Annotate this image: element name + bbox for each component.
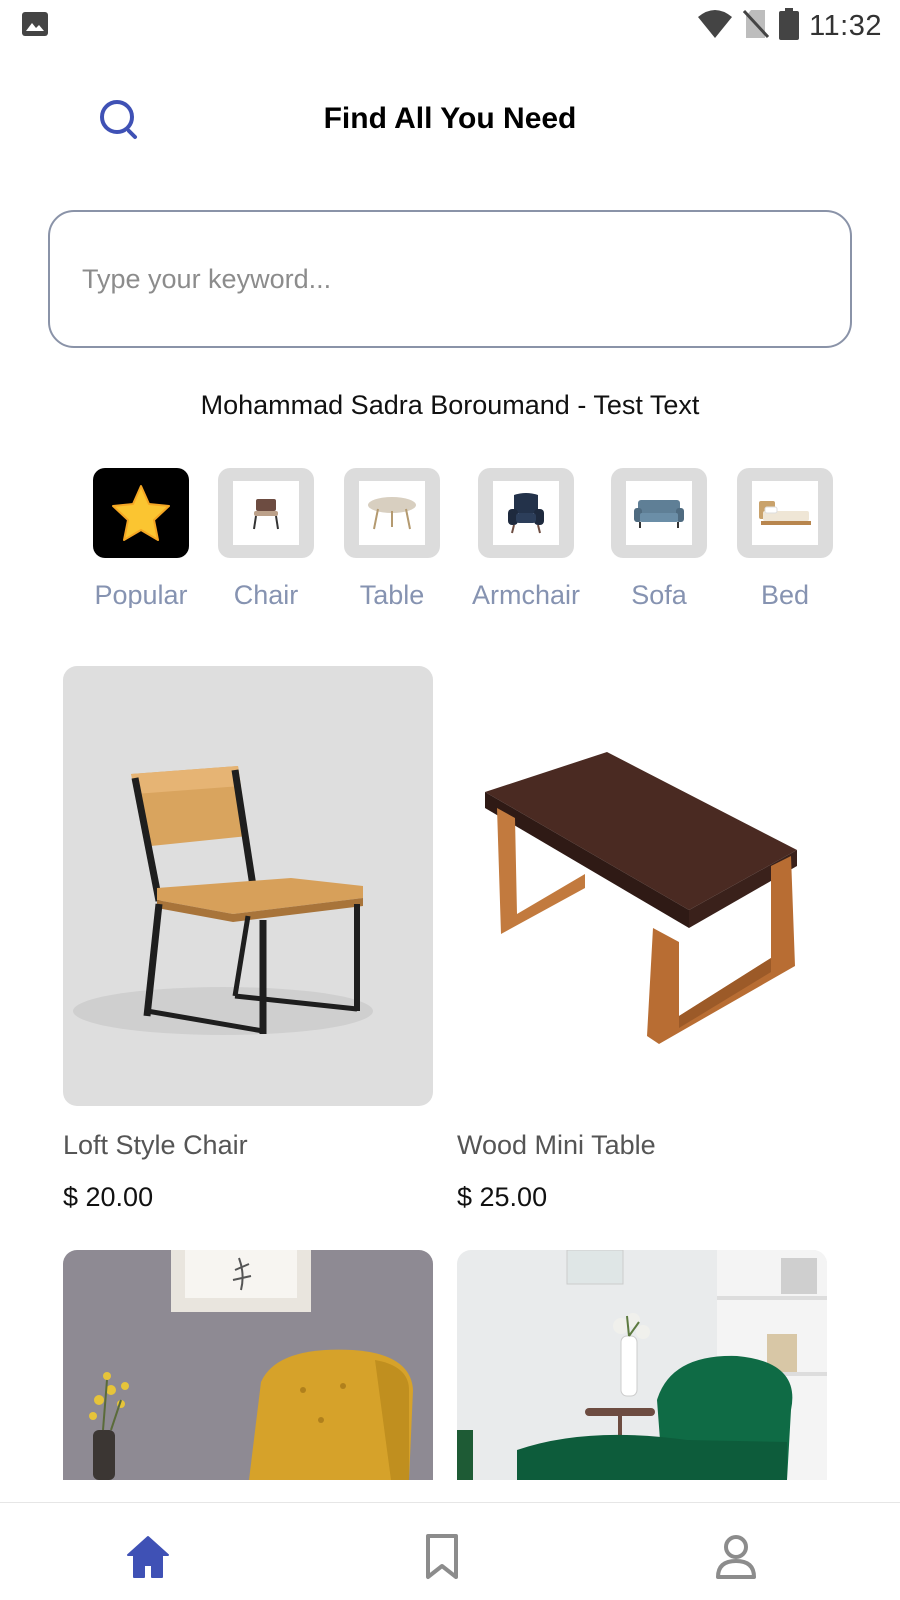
- search-input[interactable]: [50, 212, 850, 346]
- category-label: Armchair: [471, 580, 580, 608]
- bed-thumbnail: [752, 481, 818, 545]
- product-card-green-lounge-chair[interactable]: [457, 1250, 827, 1480]
- product-image: [457, 1250, 827, 1480]
- profile-icon: [716, 1535, 756, 1579]
- battery-icon: [779, 8, 800, 45]
- product-image: [457, 666, 827, 1106]
- category-tile: [611, 468, 707, 558]
- product-name: Loft Style Chair: [63, 1130, 248, 1160]
- nav-bookmarks[interactable]: [412, 1529, 472, 1585]
- category-popular[interactable]: Popular: [76, 468, 206, 608]
- category-chair[interactable]: Chair: [201, 468, 331, 608]
- wifi-icon: [697, 9, 733, 44]
- chair-thumbnail: [233, 481, 299, 545]
- category-table[interactable]: Table: [327, 468, 457, 608]
- category-armchair[interactable]: Armchair: [461, 468, 591, 608]
- bottom-navigation: [0, 1502, 900, 1600]
- product-image: [63, 1250, 433, 1480]
- product-name: Wood Mini Table: [457, 1130, 656, 1160]
- category-tile: [93, 468, 189, 558]
- search-field[interactable]: [48, 210, 852, 348]
- category-tile: [218, 468, 314, 558]
- category-bed[interactable]: Bed: [720, 468, 850, 608]
- category-tile: [478, 468, 574, 558]
- category-label: Table: [359, 580, 425, 608]
- sofa-thumbnail: [626, 481, 692, 545]
- home-icon: [127, 1536, 169, 1578]
- product-price: $ 25.00: [457, 1182, 548, 1212]
- product-price: $ 20.00: [63, 1182, 154, 1212]
- gallery-notification-icon: [22, 12, 48, 41]
- category-label: Bed: [760, 580, 810, 608]
- category-label: Sofa: [631, 580, 687, 608]
- product-card-yellow-armchair[interactable]: [63, 1250, 433, 1480]
- no-sim-icon: [742, 9, 770, 44]
- category-label: Popular: [94, 580, 188, 608]
- category-tile: [737, 468, 833, 558]
- product-card-wood-mini-table[interactable]: Wood Mini Table $ 25.00: [457, 666, 827, 1214]
- status-bar: 11:32: [0, 0, 900, 48]
- product-image: [63, 666, 433, 1106]
- star-icon: [112, 485, 170, 541]
- category-label: Chair: [233, 580, 299, 608]
- subtitle-text: Mohammad Sadra Boroumand - Test Text: [200, 390, 700, 420]
- armchair-thumbnail: [493, 481, 559, 545]
- product-card-loft-style-chair[interactable]: Loft Style Chair $ 20.00: [63, 666, 433, 1214]
- category-list: Popular Chair Table Armchair Sofa Bed: [0, 468, 900, 608]
- app-header: Find All You Need: [0, 80, 900, 160]
- category-tile: [344, 468, 440, 558]
- nav-home[interactable]: [118, 1529, 178, 1585]
- category-sofa[interactable]: Sofa: [594, 468, 724, 608]
- bookmark-icon: [426, 1534, 458, 1579]
- page-title: Find All You Need: [323, 102, 577, 135]
- nav-profile[interactable]: [706, 1529, 766, 1585]
- status-time: 11:32: [809, 10, 882, 42]
- table-thumbnail: [359, 481, 425, 545]
